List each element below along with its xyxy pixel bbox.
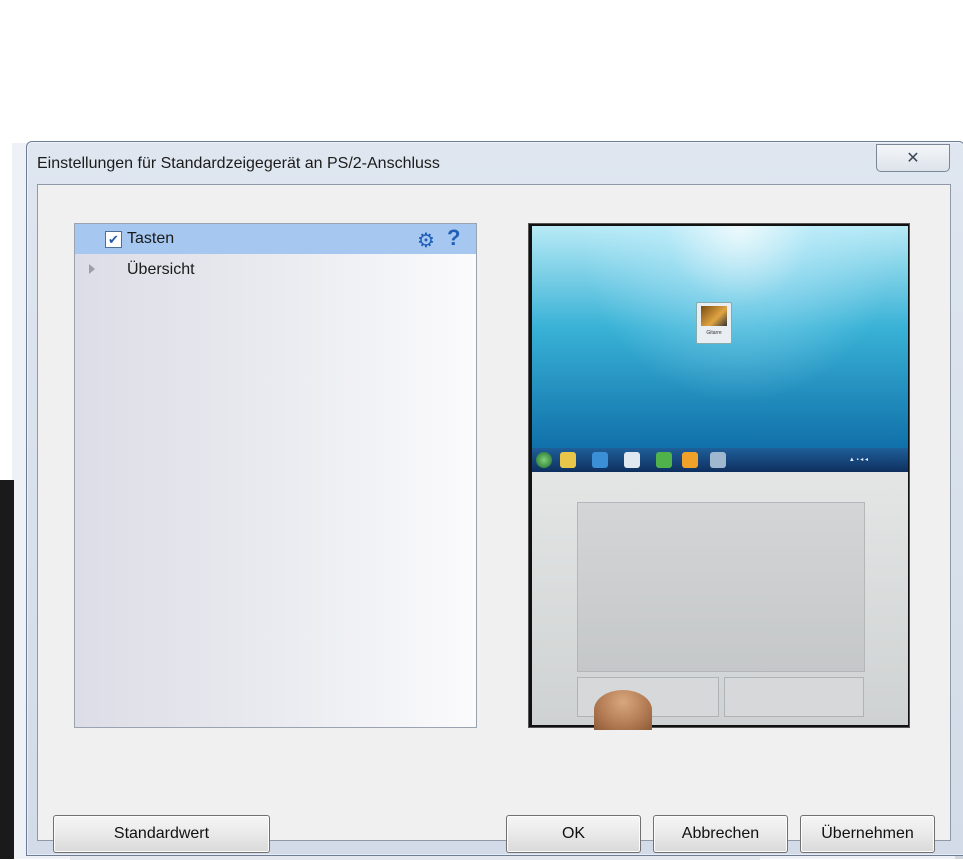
system-tray-icons: ▲ ▪ ◂ ◂	[848, 457, 868, 463]
settings-tree[interactable]: ✔ Tasten ⚙ ? Übersicht	[74, 223, 477, 728]
touchpad-preview-video: Gitarre ▲ ▪ ◂ ◂	[528, 223, 910, 730]
window-icon	[710, 452, 726, 468]
dialog-client-area: ✔ Tasten ⚙ ? Übersicht Gitarre ▲ ▪ ◂ ◂ S…	[37, 184, 951, 853]
tree-item-tasten[interactable]: ✔ Tasten ⚙ ?	[75, 224, 476, 254]
start-orb-icon	[536, 452, 552, 468]
dialog-title: Einstellungen für Standardzeigegerät an …	[37, 155, 440, 172]
cancel-button[interactable]: Abbrechen	[653, 815, 788, 853]
touchpad-surface	[577, 502, 865, 672]
desktop-icon-label: Gitarre	[706, 330, 722, 336]
close-icon: ✕	[906, 150, 920, 167]
settings-dialog: Einstellungen für Standardzeigegerät an …	[26, 141, 963, 856]
ok-button[interactable]: OK	[506, 815, 641, 853]
close-button[interactable]: ✕	[876, 144, 950, 172]
apply-button[interactable]: Übernehmen	[800, 815, 935, 853]
title-bar[interactable]: Einstellungen für Standardzeigegerät an …	[27, 142, 963, 186]
touchpad-right-button	[724, 677, 864, 717]
mail-icon	[624, 452, 640, 468]
tree-item-uebersicht[interactable]: Übersicht	[75, 255, 476, 285]
media-player-icon	[682, 452, 698, 468]
background-strip	[0, 480, 14, 859]
tree-item-label: Tasten	[127, 230, 175, 247]
desktop-icon-image	[701, 306, 727, 326]
gear-icon[interactable]: ⚙	[417, 228, 435, 253]
tree-item-label: Übersicht	[127, 261, 195, 278]
browser-icon	[592, 452, 608, 468]
default-button[interactable]: Standardwert	[53, 815, 270, 853]
preview-laptop	[532, 472, 908, 730]
taskbar-clock	[901, 451, 902, 465]
explorer-icon	[560, 452, 576, 468]
preview-desktop: Gitarre	[532, 226, 908, 452]
help-icon[interactable]: ?	[447, 225, 460, 251]
preview-taskbar: ▲ ▪ ◂ ◂	[532, 448, 908, 472]
expand-arrow-icon[interactable]	[89, 264, 95, 274]
contacts-icon	[656, 452, 672, 468]
finger-image	[594, 690, 652, 730]
desktop-icon: Gitarre	[696, 302, 732, 344]
tasten-checkbox[interactable]: ✔	[105, 231, 122, 248]
